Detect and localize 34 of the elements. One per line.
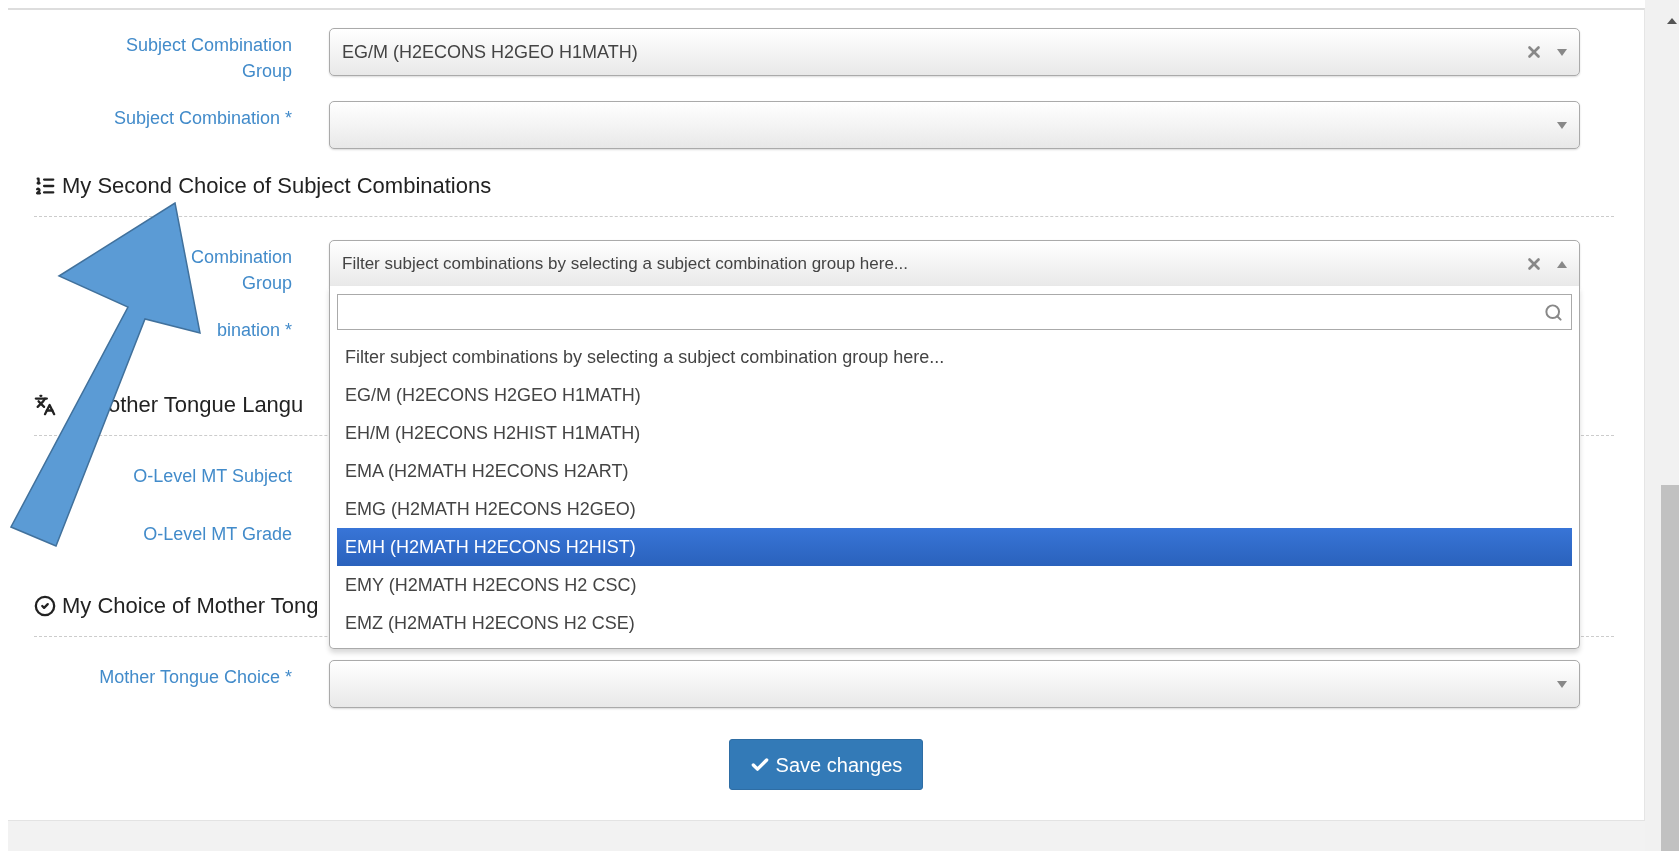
check-circle-icon: [34, 595, 56, 617]
scroll-up-icon[interactable]: [1667, 18, 1677, 24]
clear-icon[interactable]: [1525, 255, 1543, 273]
save-button[interactable]: Save changes: [728, 739, 924, 790]
scrollbar[interactable]: [1645, 0, 1679, 851]
search-icon: [1544, 302, 1563, 322]
field-label: bination *: [216, 319, 292, 342]
clear-icon[interactable]: [1525, 43, 1543, 61]
select-placeholder: Filter subject combinations by selecting a subject combination group here...: [342, 254, 909, 274]
language-icon: [34, 394, 56, 416]
field-label: Combination Group: [190, 246, 292, 295]
scrollbar-thumb[interactable]: [1661, 485, 1679, 851]
field-label: Subject Combination *: [113, 107, 292, 130]
select-value: EG/M (H2ECONS H2GEO H1MATH): [342, 41, 638, 62]
dropdown-option[interactable]: Filter subject combinations by selecting a subject combination group here...: [337, 338, 1572, 376]
field-label: O-Level MT Subject: [133, 465, 292, 488]
search-field[interactable]: [337, 294, 1572, 330]
select-field[interactable]: [329, 101, 1580, 149]
section-heading: My Choice of Mother Tong: [62, 592, 319, 620]
select-field[interactable]: Filter subject combinations by selecting a subject combination group here...: [329, 240, 1580, 288]
section-heading: My Second Choice of Subject Combinations: [62, 172, 492, 200]
dropdown-option[interactable]: EMA (H2MATH H2ECONS H2ART): [337, 452, 1572, 490]
dropdown-option[interactable]: EMH (H2MATH H2ECONS H2HIST): [337, 528, 1572, 566]
numbered-list-icon: [34, 175, 56, 197]
dropdown-option[interactable]: EG/M (H2ECONS H2GEO H1MATH): [337, 376, 1572, 414]
field-label: Mother Tongue Choice *: [99, 666, 292, 689]
field-label: Subject Combination Group: [125, 34, 292, 83]
field-label: O-Level MT Grade: [143, 523, 292, 546]
dropdown-option[interactable]: EMG (H2MATH H2ECONS H2GEO): [337, 490, 1572, 528]
dropdown-option[interactable]: EMZ (H2MATH H2ECONS H2 CSE): [337, 604, 1572, 642]
select-field[interactable]: EG/M (H2ECONS H2GEO H1MATH): [329, 28, 1580, 76]
dropdown-option[interactable]: EMY (H2MATH H2ECONS H2 CSC): [337, 566, 1572, 604]
dropdown-option[interactable]: EH/M (H2ECONS H2HIST H1MATH): [337, 414, 1572, 452]
select-field[interactable]: [329, 660, 1580, 708]
